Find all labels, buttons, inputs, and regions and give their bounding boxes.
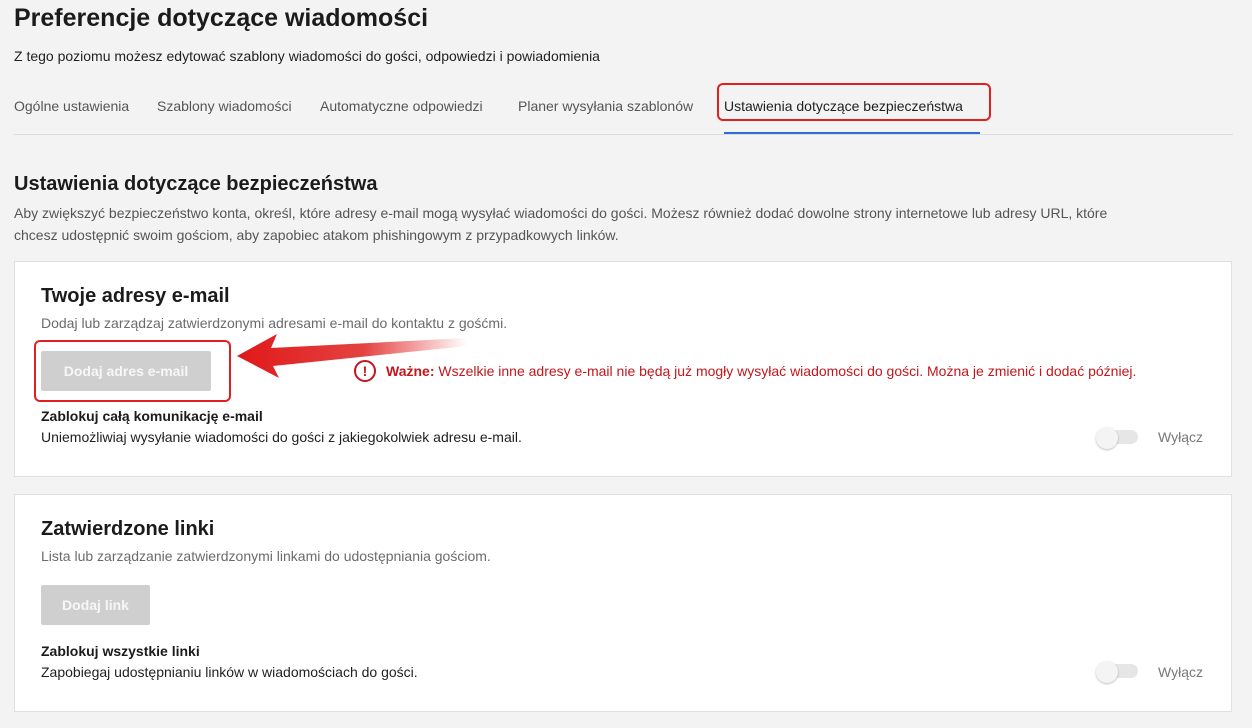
- page-title: Preferencje dotyczące wiadomości: [14, 4, 429, 32]
- tab-auto-replies[interactable]: Automatyczne odpowiedzi: [320, 98, 483, 114]
- tab-general-settings[interactable]: Ogólne ustawienia: [14, 98, 129, 114]
- page-subtitle: Z tego poziomu możesz edytować szablony …: [14, 48, 600, 64]
- tab-bar: Ogólne ustawienia Szablony wiadomości Au…: [14, 83, 1233, 135]
- tab-highlight-annotation: [717, 83, 991, 121]
- tab-template-scheduler[interactable]: Planer wysyłania szablonów: [518, 98, 693, 114]
- approved-links-card: Zatwierdzone linki Lista lub zarządzanie…: [14, 494, 1232, 712]
- active-tab-indicator: [724, 132, 980, 134]
- section-title: Ustawienia dotyczące bezpieczeństwa: [14, 173, 378, 195]
- links-card-title: Zatwierdzone linki: [41, 518, 215, 540]
- block-links-toggle-label: Wyłącz: [1158, 664, 1203, 680]
- toggle-knob: [1096, 427, 1118, 449]
- add-link-button[interactable]: Dodaj link: [41, 585, 150, 625]
- block-email-toggle[interactable]: [1096, 427, 1140, 449]
- email-addresses-card: Twoje adresy e-mail Dodaj lub zarządzaj …: [14, 261, 1232, 477]
- block-email-toggle-label: Wyłącz: [1158, 429, 1203, 445]
- section-description-line1: Aby zwiększyć bezpieczeństwo konta, okre…: [14, 205, 1108, 221]
- warning-strong: Ważne:: [386, 363, 435, 379]
- warning-text: Ważne: Wszelkie inne adresy e-mail nie b…: [386, 363, 1136, 379]
- warning-icon: !: [354, 360, 376, 382]
- warning-message: ! Ważne: Wszelkie inne adresy e-mail nie…: [354, 358, 1136, 384]
- email-card-description: Dodaj lub zarządzaj zatwierdzonymi adres…: [41, 315, 508, 331]
- section-description-line2: chcesz udostępnić swoim gościom, aby zap…: [14, 227, 619, 243]
- block-links-toggle[interactable]: [1096, 661, 1140, 683]
- links-card-description: Lista lub zarządzanie zatwierdzonymi lin…: [41, 548, 491, 564]
- section-description: Aby zwiększyć bezpieczeństwo konta, okre…: [14, 202, 1214, 246]
- warning-body: Wszelkie inne adresy e-mail nie będą już…: [434, 363, 1137, 379]
- tab-message-templates[interactable]: Szablony wiadomości: [157, 98, 292, 114]
- block-links-description: Zapobiegaj udostępnianiu linków w wiadom…: [41, 664, 418, 680]
- page: Preferencje dotyczące wiadomości Z tego …: [0, 0, 1252, 728]
- block-email-description: Uniemożliwiaj wysyłanie wiadomości do go…: [41, 429, 522, 445]
- toggle-knob: [1096, 661, 1118, 683]
- add-email-button[interactable]: Dodaj adres e-mail: [41, 351, 211, 391]
- block-links-label: Zablokuj wszystkie linki: [41, 643, 200, 659]
- email-card-title: Twoje adresy e-mail: [41, 285, 230, 307]
- block-email-label: Zablokuj całą komunikację e-mail: [41, 408, 263, 424]
